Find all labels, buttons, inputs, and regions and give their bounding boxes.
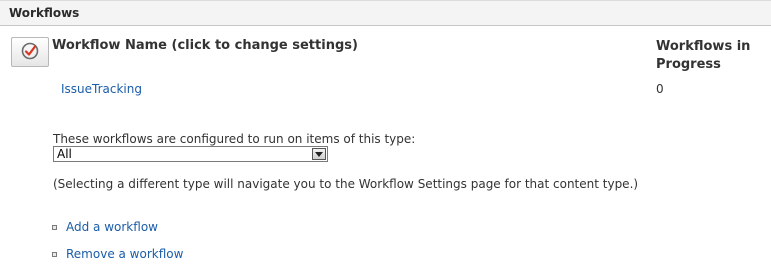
workflow-settings-button[interactable] <box>11 37 49 67</box>
content-type-note: (Selecting a different type will navigat… <box>53 177 639 191</box>
remove-workflow-link[interactable]: Remove a workflow <box>66 247 183 261</box>
bullet-icon <box>52 225 57 230</box>
workflow-in-progress-count: 0 <box>656 82 664 96</box>
workflow-check-icon <box>20 41 40 64</box>
content-type-label: These workflows are configured to run on… <box>53 132 416 146</box>
bullet-icon <box>52 252 57 257</box>
column-header-workflow-name[interactable]: Workflow Name (click to change settings) <box>52 38 358 53</box>
section-title: Workflows <box>9 6 80 20</box>
workflow-link-issuetracking[interactable]: IssueTracking <box>61 82 142 96</box>
content-type-select[interactable]: All <box>53 146 328 162</box>
section-header: Workflows <box>0 0 771 26</box>
dropdown-arrow-icon[interactable] <box>312 148 326 160</box>
column-header-in-progress: Workflows in Progress <box>656 39 751 72</box>
add-workflow-link[interactable]: Add a workflow <box>66 220 158 234</box>
content-type-selected-value: All <box>57 147 72 161</box>
